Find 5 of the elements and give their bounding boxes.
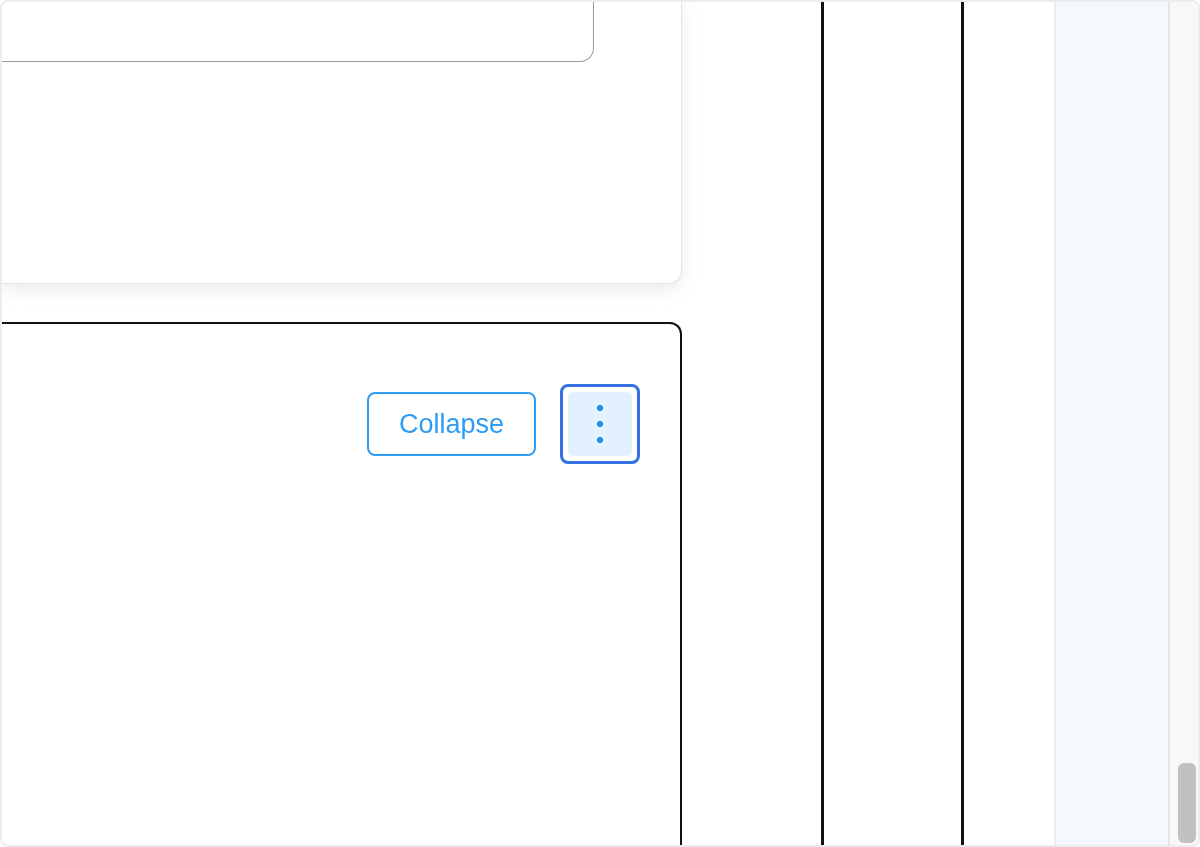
more-icon [597, 405, 603, 443]
scrollbar-thumb[interactable] [1178, 763, 1196, 843]
collapse-button[interactable]: Collapse [366, 392, 536, 456]
input-field[interactable] [2, 2, 594, 62]
more-button[interactable] [560, 384, 640, 464]
